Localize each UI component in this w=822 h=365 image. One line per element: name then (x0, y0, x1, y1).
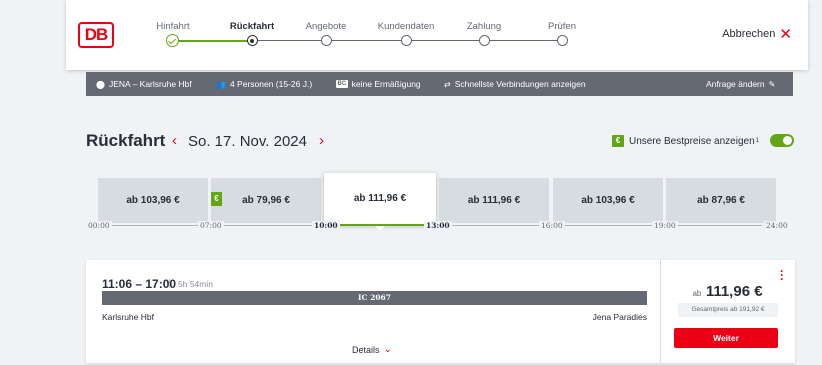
step-zahlung-label: Zahlung (466, 21, 502, 32)
route-text: JENA – Karlsruhe Hbf (108, 79, 192, 89)
timeline-label: 07:00 (198, 221, 224, 230)
departure-station: Karlsruhe Hbf (102, 312, 154, 322)
previous-day-chevron-icon[interactable]: ‹ (172, 132, 177, 149)
route-summary: ⬤ JENA – Karlsruhe Hbf (96, 79, 192, 89)
discount-summary: BC keine Ermäßigung (336, 79, 421, 89)
step-zahlung-dot-icon (478, 35, 490, 46)
total-price: Gesamtpreis ab 191,92 € (678, 303, 778, 317)
header: DB Hinfahrt Rückfahrt Angebote Kundendat… (66, 0, 808, 70)
persons-text: 4 Personen (15-26 J.) (229, 79, 313, 89)
step-rueckfahrt-label: Rückfahrt (229, 21, 275, 32)
step-hinfahrt-label[interactable]: Hinfahrt (133, 21, 213, 32)
step-angebote-label: Angebote (305, 21, 347, 32)
change-request-label: Anfrage ändern (706, 79, 765, 89)
bestprice-euro-icon: € (612, 135, 624, 147)
bestprice-toggle[interactable] (770, 134, 794, 147)
timeline-label: 16:00 (539, 221, 565, 230)
step-hinfahrt-check-icon[interactable] (165, 34, 179, 47)
price-slot-10-13[interactable]: ab 111,96 € (324, 173, 436, 231)
timeline-label: 13:00 (424, 221, 452, 230)
change-request-link[interactable]: Anfrage ändern ✎ (706, 79, 775, 89)
price-slot-19-24[interactable]: ab 87,96 € (666, 178, 776, 223)
step-angebote-dot-icon (320, 35, 332, 46)
price-slot-07-10[interactable]: ab 79,96 € (211, 178, 321, 223)
step-pruefen-dot-icon (556, 35, 568, 46)
bahncard-icon: BC (336, 80, 348, 88)
details-toggle[interactable]: Details ⌄ (352, 344, 392, 355)
swap-arrows-icon: ⇄ (444, 79, 451, 89)
mode-summary: ⇄ Schnellste Verbindungen anzeigen (444, 79, 586, 89)
train-segment-bar[interactable]: IC 2067 (102, 291, 647, 305)
location-pin-icon: ⬤ (96, 79, 105, 89)
bestprice-text: Unsere Bestpreise anzeigen (629, 135, 755, 147)
price-slot-00-07[interactable]: ab 103,96 € (98, 178, 208, 223)
page-title: Rückfahrt (86, 131, 166, 150)
timeline-label: 00:00 (86, 221, 112, 230)
cancel-label: Abbrechen (722, 28, 776, 40)
pencil-icon: ✎ (768, 79, 776, 89)
persons-summary: 👥 4 Personen (15-26 J.) (216, 79, 312, 89)
persons-icon: 👥 (216, 79, 226, 89)
cancel-button[interactable]: Abbrechen ✕ (722, 25, 792, 43)
price-slot-16-19[interactable]: ab 103,96 € (553, 178, 663, 223)
step-rueckfahrt-dot-icon (246, 35, 258, 46)
timeline-label: 10:00 (312, 221, 340, 230)
bestprice-toggle-label: € Unsere Bestpreise anzeigen 1 (612, 135, 759, 147)
step-kundendaten-label: Kundendaten (377, 21, 435, 32)
connection-times: 11:06 – 17:00 (102, 277, 177, 291)
price-prefix: ab (692, 289, 702, 298)
continue-button[interactable]: Weiter (674, 328, 778, 348)
price-slot-13-16[interactable]: ab 111,96 € (439, 178, 549, 223)
card-divider (660, 260, 661, 363)
times-separator: | (168, 278, 171, 289)
timeline-selected-range (338, 224, 424, 226)
price-slot-07-10-text: ab 79,96 € (242, 195, 290, 206)
connection-card[interactable]: 11:06 – 17:00 | 5h 54min IC 2067 Karlsru… (86, 260, 795, 363)
arrival-station: Jena Paradies (592, 312, 647, 322)
next-day-chevron-icon[interactable]: › (319, 132, 324, 149)
close-icon: ✕ (779, 25, 792, 43)
travel-date: So. 17. Nov. 2024 (188, 133, 307, 150)
mode-text: Schnellste Verbindungen anzeigen (454, 79, 586, 89)
more-options-icon[interactable]: · · · (780, 265, 784, 285)
timeline-label: 19:00 (652, 221, 678, 230)
price-amount: 111,96 € (705, 283, 763, 300)
details-label: Details (352, 344, 380, 355)
bestprice-euro-icon: € (211, 192, 222, 206)
bestprice-footnote: 1 (755, 138, 759, 144)
connection-duration: 5h 54min (178, 279, 213, 289)
progress-line-done (170, 39, 251, 42)
step-kundendaten-dot-icon (400, 35, 412, 46)
connection-price: ab 111,96 € (660, 283, 795, 301)
timeline-label: 24:00 (764, 221, 790, 230)
search-summary-bar: ⬤ JENA – Karlsruhe Hbf 👥 4 Personen (15-… (86, 72, 793, 96)
step-pruefen-label: Prüfen (548, 21, 576, 32)
db-logo[interactable]: DB (78, 22, 114, 48)
discount-text: keine Ermäßigung (351, 79, 421, 89)
chevron-down-icon: ⌄ (383, 344, 392, 355)
